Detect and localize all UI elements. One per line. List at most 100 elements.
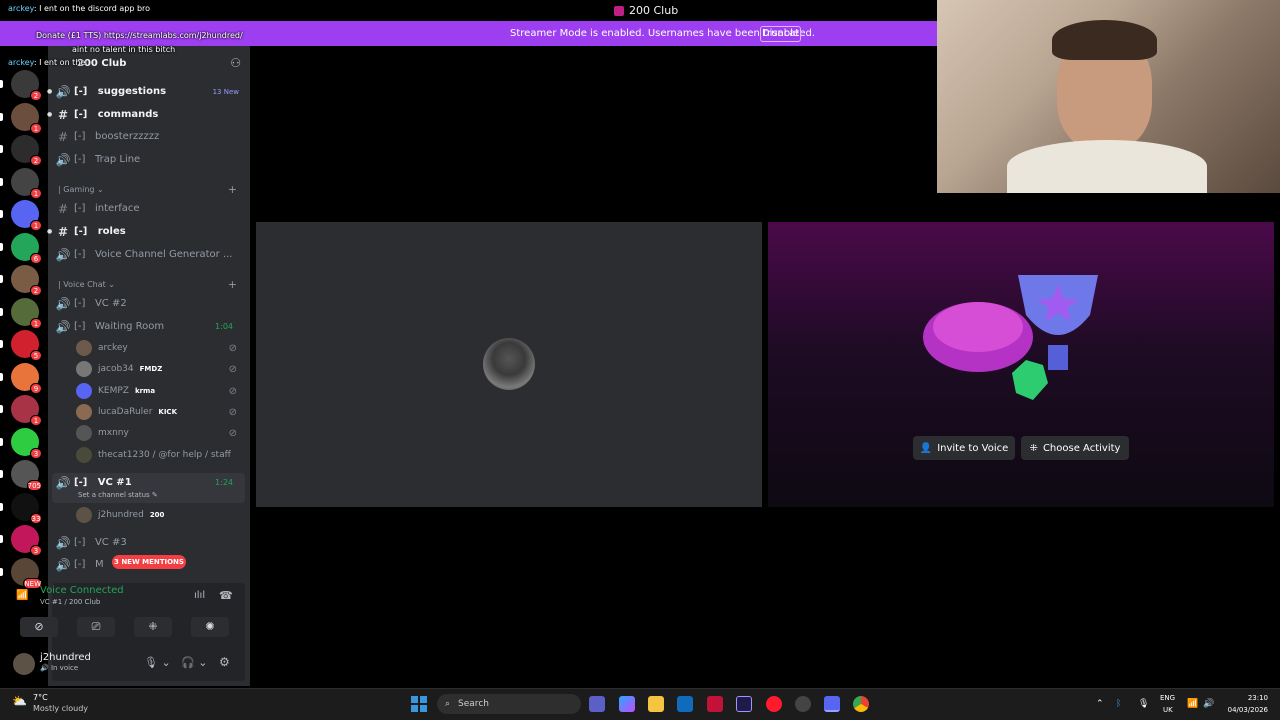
wifi-icon[interactable]: 📶 [1187, 699, 1198, 709]
server-icon[interactable]: 1 [0, 200, 42, 231]
gear-icon[interactable]: ⚙ [219, 655, 230, 669]
voice-user[interactable]: KEMPZ krma ⊘ [76, 381, 241, 401]
server-icon[interactable]: 6 [0, 232, 42, 264]
category-gaming[interactable]: | Gaming ⌄ + [58, 183, 243, 196]
soundboard-button[interactable]: ✺ [191, 617, 229, 637]
voice-user[interactable]: thecat1230 / @for help / staff [76, 445, 241, 465]
invite-to-voice-button[interactable]: 👤 Invite to Voice [913, 436, 1015, 460]
teams-icon[interactable] [589, 696, 605, 712]
server-icon[interactable]: 33 [0, 492, 42, 524]
server-icon[interactable]: NEW [0, 557, 42, 589]
deafened-icon: ⊘ [228, 385, 237, 397]
chrome-icon[interactable] [853, 696, 869, 712]
hair-shape [1052, 20, 1157, 60]
camera-off-button[interactable]: ⊘ [20, 617, 58, 637]
server-icon[interactable]: 3 [0, 427, 42, 459]
add-member-icon[interactable]: ⚇ [230, 56, 241, 70]
choose-activity-button[interactable]: ⁜ Choose Activity [1021, 436, 1129, 460]
server-badge: 2 [30, 285, 42, 296]
server-icon[interactable]: 1 [0, 167, 42, 199]
add-channel-icon[interactable]: + [228, 183, 237, 196]
avatar [76, 340, 92, 356]
channel-prefix: [-] [74, 226, 88, 237]
channel-trap-line[interactable]: 🔊 [-] Trap Line [52, 149, 245, 170]
overlay-text: I ent on the discord app bro [39, 4, 151, 13]
voice-user[interactable]: j2hundred 200 [76, 505, 241, 525]
keyboard-layout[interactable]: UK [1163, 706, 1173, 714]
voice-connected-status[interactable]: Voice Connected [40, 585, 124, 596]
user-name[interactable]: j2hundred [40, 652, 91, 663]
channel-status[interactable]: Set a channel status ✎ [78, 491, 158, 499]
voice-user-name: jacob34 [98, 364, 134, 374]
voice-user[interactable]: arckey ⊘ [76, 338, 241, 358]
overlay-text: I ent on the [39, 58, 86, 67]
activities-button[interactable]: ⁜ [134, 617, 172, 637]
server-icon[interactable]: 2 [0, 135, 42, 166]
language-indicator[interactable]: ENG [1160, 694, 1175, 702]
channel-waiting-room[interactable]: 🔊 [-] Waiting Room 1:04 [52, 316, 245, 337]
premiere-icon[interactable] [736, 696, 752, 712]
clock-time[interactable]: 23:10 [1232, 694, 1268, 702]
channel-interface[interactable]: # [-] interface [52, 198, 245, 219]
file-explorer-icon[interactable] [648, 696, 664, 712]
clock-date[interactable]: 04/03/2026 [1224, 706, 1268, 714]
noise-suppression-icon[interactable]: ılıl [194, 590, 205, 601]
channel-boosterzzzzz[interactable]: # [-] boosterzzzzz [52, 126, 245, 147]
server-icon[interactable]: 705 [0, 460, 42, 491]
voice-channel-label[interactable]: VC #1 / 200 Club [40, 598, 100, 606]
start-button[interactable] [411, 696, 427, 712]
tray-chevron-icon[interactable]: ⌃ [1096, 699, 1104, 709]
headphones-icon[interactable]: 🎧 ⌄ [181, 656, 207, 669]
gem-shape [1012, 360, 1048, 400]
taskbar-search[interactable]: ⌕ Search [437, 694, 581, 714]
channel-suggestions[interactable]: ● 🔊 [-] suggestions 13 New [47, 81, 245, 102]
webcam-overlay [937, 0, 1280, 193]
screen-share-button[interactable]: ⎚ [77, 617, 115, 637]
channel-vc2[interactable]: 🔊 [-] VC #2 [52, 293, 245, 314]
channel-commands[interactable]: ● # [-] commands [47, 104, 245, 125]
acrobat-icon[interactable] [707, 696, 723, 712]
add-channel-icon[interactable]: + [228, 278, 237, 291]
server-icon[interactable]: 5 [0, 330, 42, 361]
app-icon[interactable] [795, 696, 811, 712]
server-icon[interactable]: 1 [0, 102, 42, 134]
channel-roles[interactable]: ● # [-] roles [47, 221, 245, 242]
server-icon[interactable]: 1 [0, 297, 42, 329]
category-voice-chat[interactable]: | Voice Chat ⌄ + [58, 278, 243, 291]
server-icon[interactable]: 3 [0, 525, 42, 556]
bluetooth-icon[interactable]: ᛒ [1116, 699, 1121, 709]
server-icon[interactable]: 2 [0, 70, 42, 101]
unread-pill [0, 80, 3, 88]
microphone-icon[interactable]: 🎙 ⌄ [144, 656, 171, 669]
server-icon[interactable]: 9 [0, 362, 42, 394]
user-tag: 200 [149, 511, 165, 519]
disconnect-icon[interactable]: ☎ [219, 589, 233, 602]
channel-vc1[interactable]: 🔊 [-] VC #1 1:24 [52, 472, 245, 493]
unread-dot: ● [47, 228, 53, 235]
signal-icon[interactable]: 📶 [16, 590, 28, 601]
user-tag: FMDZ [139, 365, 163, 373]
channel-vc3[interactable]: 🔊 [-] VC #3 [52, 532, 245, 553]
weather-desc[interactable]: Mostly cloudy [33, 704, 88, 713]
opera-icon[interactable] [766, 696, 782, 712]
server-icon[interactable]: 2 [0, 265, 42, 296]
voice-user[interactable]: jacob34 FMDZ ⊘ [76, 359, 241, 379]
new-mentions-pill[interactable]: 3 NEW MENTIONS [112, 555, 186, 569]
unread-pill [0, 275, 3, 283]
user-avatar[interactable] [13, 653, 35, 675]
server-icon[interactable]: 1 [0, 395, 42, 426]
voice-channel-icon: 🔊 [55, 152, 71, 167]
copilot-icon[interactable] [619, 696, 635, 712]
disable-streamer-mode-button[interactable]: Disable [760, 26, 801, 42]
voice-channel-icon: 🔊 [55, 84, 71, 99]
weather-temp[interactable]: 7°C [33, 693, 48, 702]
voice-user[interactable]: lucaDaRuler KICK ⊘ [76, 402, 241, 422]
unread-dot: ● [47, 111, 53, 118]
voice-user[interactable]: mxnny ⊘ [76, 423, 241, 443]
weather-icon[interactable]: ⛅ [12, 694, 27, 708]
discord-icon[interactable] [824, 696, 840, 712]
channel-voice-generator[interactable]: 🔊 [-] Voice Channel Generator ... [52, 244, 245, 265]
volume-icon[interactable]: 🔊 [1203, 699, 1214, 709]
mic-tray-icon[interactable]: 🎙 [1138, 699, 1149, 709]
store-icon[interactable] [677, 696, 693, 712]
